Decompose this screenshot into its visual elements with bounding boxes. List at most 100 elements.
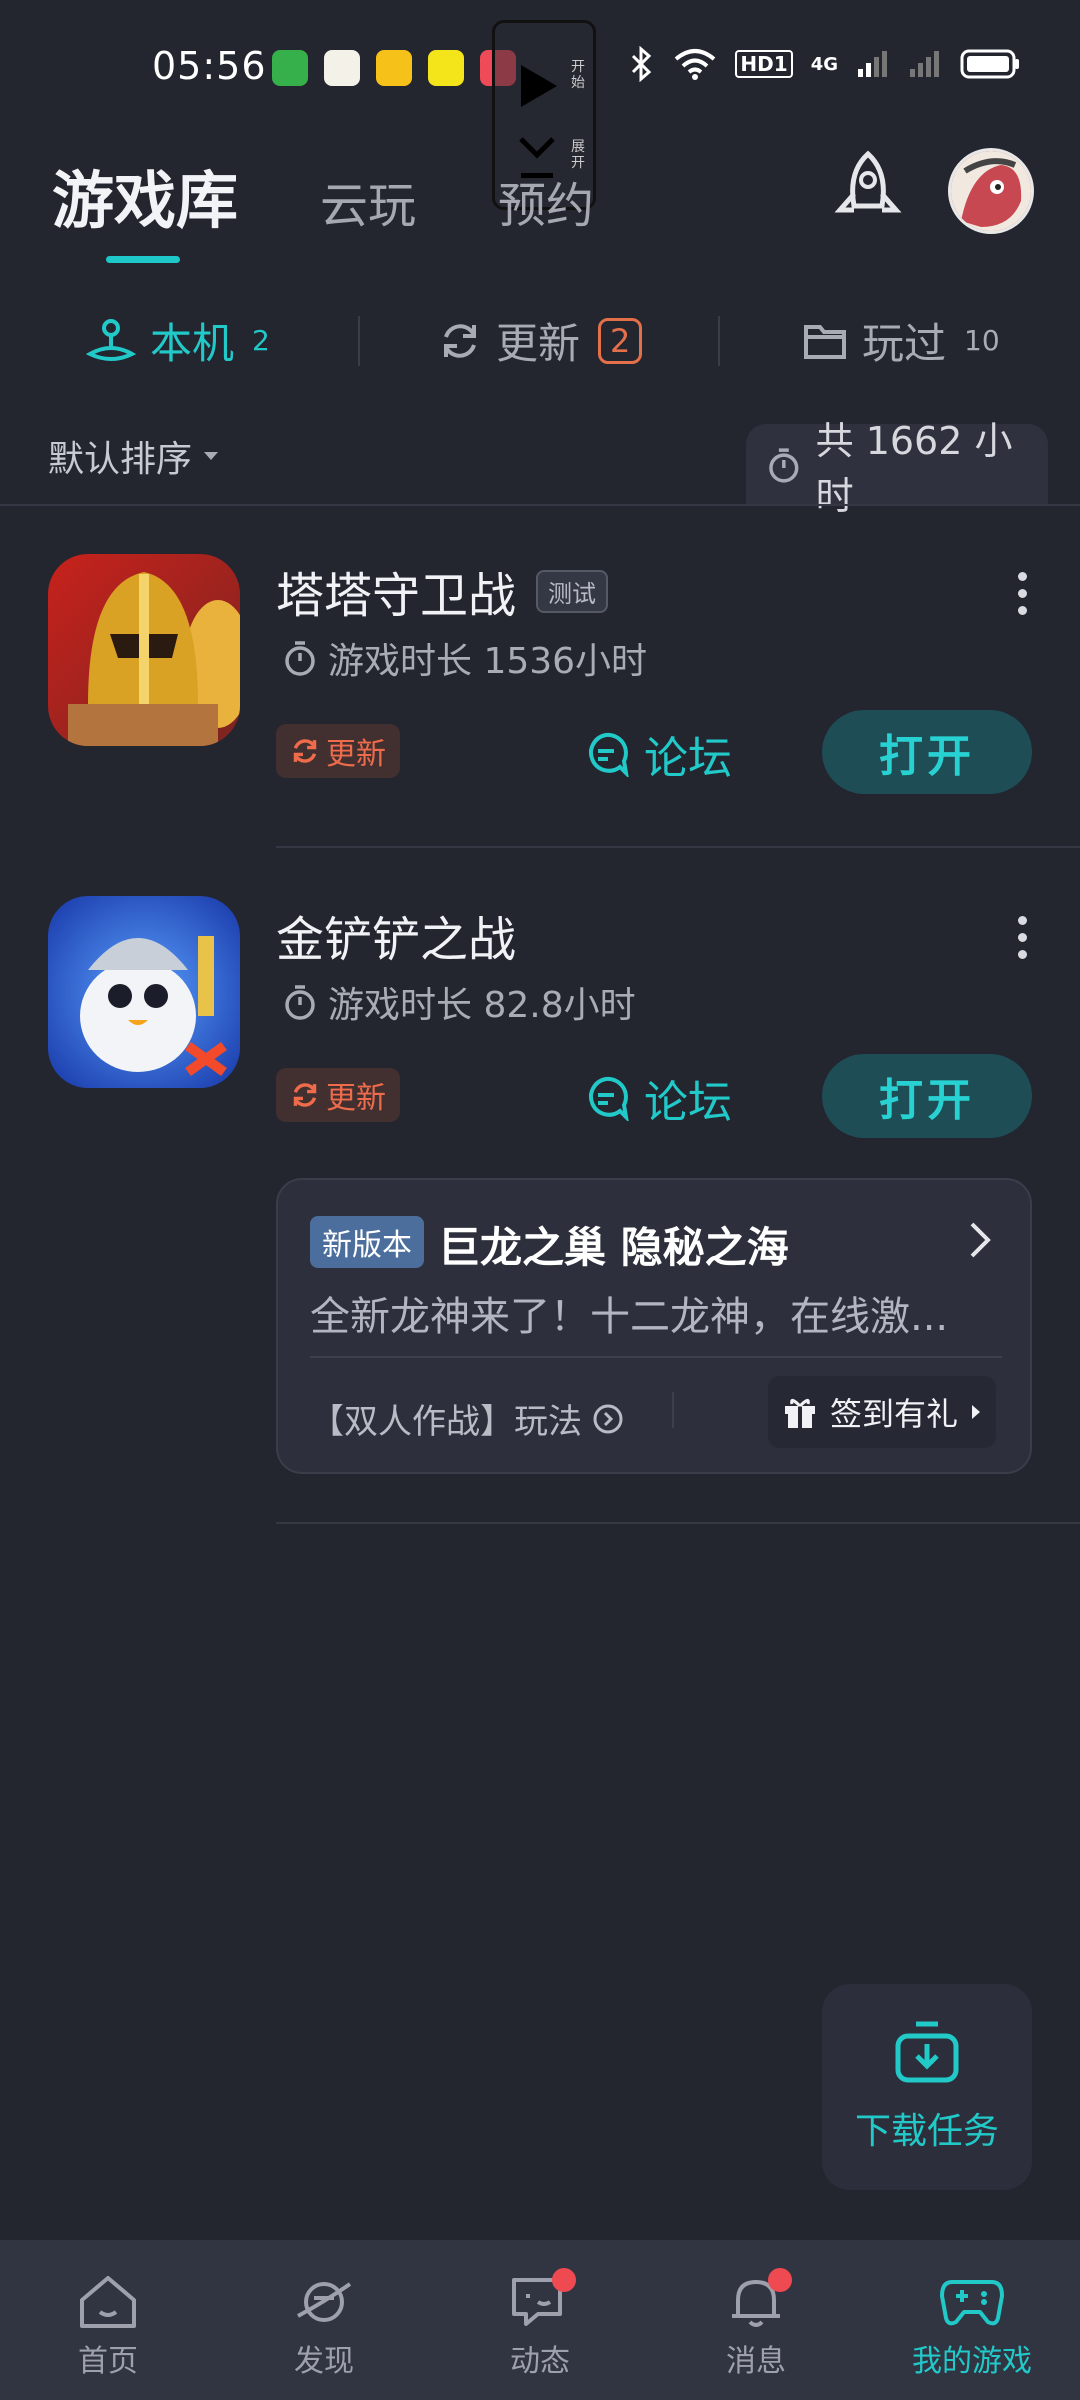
filter-played[interactable]: 玩过 10 [802, 310, 1000, 371]
list-divider [276, 846, 1080, 848]
news-card[interactable]: 新版本 巨龙之巢 隐秘之海 全新龙神来了！十二龙神，在线激... 【双人作战】玩… [276, 1178, 1032, 1474]
filter-local-label: 本机 [150, 319, 235, 368]
status-time: 05:56 [152, 44, 267, 88]
filter-divider [718, 316, 720, 366]
stopwatch-icon [285, 985, 315, 1020]
filter-played-count: 10 [964, 324, 1000, 357]
nav-messages-label: 消息 [726, 2344, 786, 2379]
filter-local-count: 2 [252, 324, 270, 357]
play-icon [521, 65, 557, 107]
chevron-right-icon [970, 1222, 991, 1258]
forum-label: 论坛 [644, 1077, 732, 1128]
filter-row: 本机 2 更新 2 玩过 10 [0, 300, 1080, 380]
nav-feed[interactable]: 动态 [432, 2240, 648, 2400]
forum-icon [589, 732, 629, 777]
download-task-button[interactable]: 下载任务 [822, 1984, 1032, 2190]
sign-in-label: 签到有礼 [829, 1395, 958, 1433]
rocket-icon[interactable] [830, 150, 906, 230]
refresh-icon [444, 323, 476, 358]
game-title: 塔塔守卫战 [276, 568, 517, 624]
game-title: 金铲铲之战 [276, 912, 517, 968]
nav-discover[interactable]: 发现 [216, 2240, 432, 2400]
forum-icon [589, 1076, 629, 1121]
download-icon [895, 2021, 959, 2083]
news-title: 巨龙之巢 隐秘之海 [438, 1223, 789, 1272]
open-game-button[interactable]: 打开 [822, 710, 1032, 794]
game-playtime: 游戏时长 1536小时 [282, 632, 647, 684]
playtime-text: 游戏时长 82.8小时 [328, 985, 636, 1026]
app-notification-icon [376, 50, 412, 86]
planet-icon [297, 2282, 352, 2322]
forum-label: 论坛 [644, 733, 732, 784]
more-options-icon[interactable] [1016, 916, 1028, 959]
nav-my-games[interactable]: 我的游戏 [864, 2240, 1080, 2400]
update-button[interactable]: 更新 [276, 724, 400, 778]
avatar[interactable] [948, 148, 1034, 234]
arrow-circle-icon [593, 1404, 623, 1433]
news-description: 全新龙神来了！十二龙神，在线激... [310, 1294, 949, 1340]
gift-icon [784, 1399, 815, 1428]
update-label: 更新 [326, 1081, 386, 1116]
app-notification-icon [428, 50, 464, 86]
caret-right-icon [972, 1405, 980, 1419]
home-icon [80, 2276, 136, 2328]
refresh-icon [293, 1083, 317, 1107]
open-game-button[interactable]: 打开 [822, 1054, 1032, 1138]
system-icons: HD1 4G [629, 46, 1020, 82]
nav-discover-label: 发现 [294, 2344, 354, 2379]
tab-cloud-play[interactable]: 云玩 [320, 166, 416, 240]
forum-button[interactable]: 论坛 [584, 722, 732, 786]
signal-icon: 4G [810, 53, 838, 75]
wifi-icon [675, 49, 716, 80]
joystick-icon [86, 318, 136, 361]
forum-button[interactable]: 论坛 [584, 1066, 732, 1130]
stopwatch-icon [769, 448, 799, 483]
sign-in-reward-button[interactable]: 签到有礼 [768, 1376, 996, 1448]
filter-local[interactable]: 本机 2 [86, 310, 270, 371]
app-notification-icon [272, 50, 308, 86]
stopwatch-icon [285, 641, 315, 676]
news-activity-link[interactable]: 【双人作战】玩法 [310, 1394, 624, 1443]
signal-bars-icon-2 [910, 51, 939, 77]
app-notification-icon [324, 50, 360, 86]
playtime-text: 游戏时长 1536小时 [328, 641, 648, 682]
list-divider [276, 1522, 1080, 1524]
sort-dropdown[interactable]: 默认排序 [48, 430, 220, 482]
nav-feed-label: 动态 [510, 2344, 570, 2379]
nav-home[interactable]: 首页 [0, 2240, 216, 2400]
update-button[interactable]: 更新 [276, 1068, 400, 1122]
game-title-row[interactable]: 塔塔守卫战 测试 [276, 556, 609, 626]
refresh-icon [293, 739, 317, 763]
game-playtime: 游戏时长 82.8小时 [282, 976, 636, 1028]
total-playtime: 共 1662 小时 [746, 419, 1048, 518]
top-tabs: 游戏库 云玩 预约 [52, 150, 594, 240]
news-bottom-divider [672, 1392, 674, 1428]
update-label: 更新 [326, 737, 386, 772]
bluetooth-icon [632, 46, 652, 82]
nav-home-label: 首页 [78, 2344, 138, 2379]
nav-messages[interactable]: 消息 [648, 2240, 864, 2400]
tab-reservation[interactable]: 预约 [498, 166, 594, 240]
game-title-row[interactable]: 金铲铲之战 [276, 900, 516, 970]
game-icon-jcc[interactable] [48, 896, 240, 1088]
more-options-icon[interactable] [1016, 572, 1028, 615]
filter-played-label: 玩过 [862, 319, 947, 368]
news-activity-text: 【双人作战】玩法 [310, 1402, 582, 1442]
bottom-nav: 首页 发现 动态 消息 我的游戏 [0, 2240, 1080, 2400]
folder-icon [804, 324, 846, 359]
tab-game-library[interactable]: 游戏库 [52, 150, 238, 240]
filter-update[interactable]: 更新 2 [438, 310, 643, 371]
signal-bars-icon [858, 51, 887, 77]
section-divider [0, 504, 1080, 506]
notification-dot [768, 2268, 792, 2292]
filter-divider [358, 316, 360, 366]
caret-down-icon [204, 452, 219, 460]
player-start-label: 开始 [571, 59, 585, 91]
hd-icon: HD1 [735, 50, 793, 78]
battery-icon [960, 49, 1019, 79]
test-tag: 测试 [536, 569, 609, 613]
gamepad-icon [940, 2280, 1004, 2326]
new-version-tag: 新版本 [310, 1216, 424, 1268]
download-task-label: 下载任务 [854, 2111, 999, 2152]
game-icon-tata[interactable] [48, 554, 240, 746]
